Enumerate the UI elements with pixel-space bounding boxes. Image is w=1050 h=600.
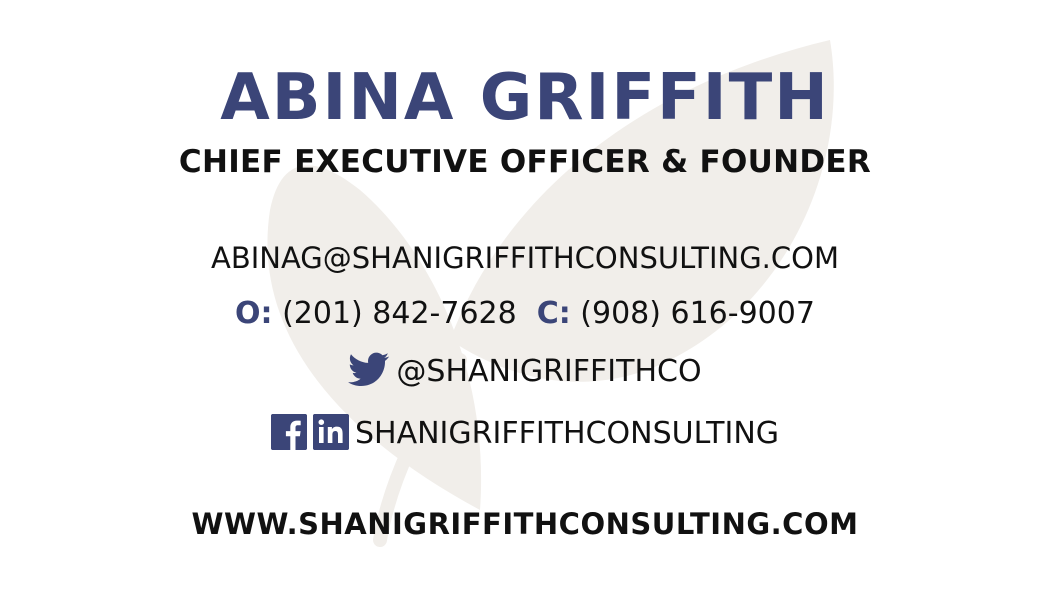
office-phone-label: O: xyxy=(235,296,273,331)
cell-phone-label: C: xyxy=(536,296,571,331)
website-url[interactable]: WWW.SHANIGRIFFITHCONSULTING.COM xyxy=(0,502,1050,546)
facebook-icon[interactable] xyxy=(270,413,307,450)
business-card: ABINA GRIFFITH CHIEF EXECUTIVE OFFICER &… xyxy=(0,0,1050,600)
phone-numbers: O: (201) 842-7628 C: (908) 616-9007 xyxy=(0,292,1050,336)
social-row: SHANIGRIFFITHCONSULTING xyxy=(0,412,1050,456)
twitter-icon[interactable] xyxy=(348,352,390,388)
twitter-row: @SHANIGRIFFITHCO xyxy=(0,350,1050,394)
person-name: ABINA GRIFFITH xyxy=(220,61,830,135)
linkedin-icon[interactable] xyxy=(312,413,349,450)
job-title: CHIEF EXECUTIVE OFFICER & FOUNDER xyxy=(178,144,872,180)
email-address[interactable]: ABINAG@SHANIGRIFFITHCONSULTING.COM xyxy=(0,236,1050,280)
office-phone[interactable]: (201) 842-7628 xyxy=(282,296,517,331)
social-handle[interactable]: SHANIGRIFFITHCONSULTING xyxy=(355,416,779,451)
twitter-handle[interactable]: @SHANIGRIFFITHCO xyxy=(396,354,701,389)
cell-phone[interactable]: (908) 616-9007 xyxy=(580,296,815,331)
